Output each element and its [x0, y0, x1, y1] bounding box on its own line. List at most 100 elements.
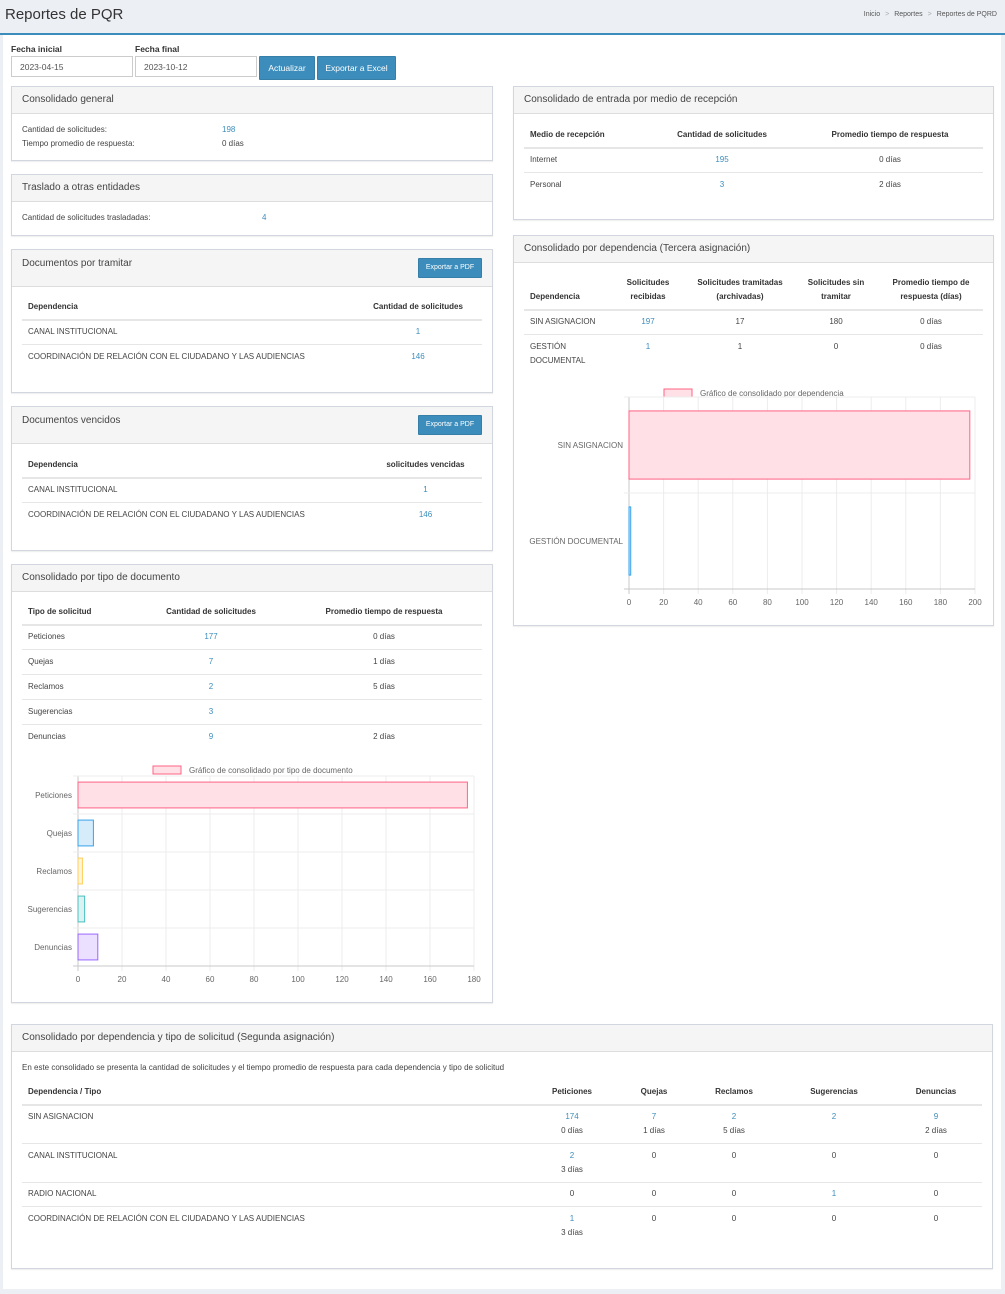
dependency-bar-chart: Gráfico de consolidado por dependencia0 2…	[529, 388, 982, 607]
matrix-cell-days: 1 días	[643, 1126, 665, 1135]
y-category-label: Sugerencias	[28, 905, 72, 914]
table-row-avg: 0 días	[373, 632, 395, 641]
y-category-label: Peticiones	[35, 791, 72, 800]
table-row-dependency: COORDINACIÓN DE RELACIÓN CON EL CIUDADAN…	[28, 352, 305, 361]
box-header: Consolidado por dependencia y tipo de so…	[12, 1025, 992, 1052]
col-header-avg: Promedio tiempo de	[892, 278, 970, 287]
x-tick-label: 80	[763, 598, 772, 607]
col-header-reclamos: Reclamos	[715, 1087, 753, 1096]
matrix-cell-value: 0	[569, 1189, 575, 1198]
type-bar-chart: Gráfico de consolidado por tipo de docum…	[28, 765, 481, 984]
matrix-cell-value: 0	[831, 1214, 837, 1223]
table-row-received-link[interactable]: 1	[613, 342, 683, 351]
breadcrumb-reports[interactable]: Reportes	[894, 11, 922, 18]
end-date-label: Fecha final	[135, 44, 180, 54]
col-header-archived: Solicitudes tramitadas	[697, 278, 783, 287]
matrix-cell-link[interactable]: 1	[532, 1214, 612, 1223]
matrix-cell-days: 5 días	[723, 1126, 745, 1135]
bar	[77, 895, 86, 923]
avg-time-value: 0 días	[222, 139, 244, 148]
transferred-value[interactable]: 4	[262, 213, 266, 222]
transfer-box: Traslado a otras entidades Cantidad de s…	[11, 174, 493, 236]
x-tick-label: 100	[291, 975, 305, 984]
table-row-avg: 1 días	[373, 657, 395, 666]
page-title: Reportes de PQR	[5, 6, 124, 23]
table-row-dependency: COORDINACIÓN DE RELACIÓN CON EL CIUDADAN…	[28, 510, 305, 519]
box-title: Documentos vencidos	[22, 415, 121, 426]
matrix-cell-link[interactable]: 7	[614, 1112, 694, 1121]
matrix-cell-value: 0	[831, 1151, 837, 1160]
table-row-count-link[interactable]: 9	[141, 732, 281, 741]
dependency-type-matrix-box: Consolidado por dependencia y tipo de so…	[11, 1024, 993, 1269]
table-row-count-link[interactable]: 2	[141, 682, 281, 691]
matrix-cell-link[interactable]: 2	[694, 1112, 774, 1121]
table-row-dependency: SIN ASIGNACION	[530, 317, 596, 326]
col-header-avg-line2: respuesta (días)	[900, 292, 962, 301]
matrix-row-dependency: SIN ASIGNACION	[28, 1112, 94, 1121]
legend-swatch	[152, 765, 182, 775]
box-title: Consolidado por tipo de documento	[22, 572, 180, 583]
col-header-pending-line2: tramitar	[821, 292, 851, 301]
request-count-value[interactable]: 198	[222, 125, 235, 134]
box-header: Consolidado de entrada por medio de rece…	[514, 87, 993, 114]
breadcrumb: Inicio > Reportes > Reportes de PQRD	[863, 11, 997, 18]
box-header: Consolidado por tipo de documento	[12, 565, 492, 592]
bar	[628, 506, 632, 576]
matrix-cell-link[interactable]: 9	[896, 1112, 976, 1121]
col-header-dependency: Dependencia	[28, 302, 78, 311]
table-row-count-link[interactable]: 7	[141, 657, 281, 666]
table-row-avg: 2 días	[879, 180, 901, 189]
export-pdf-button[interactable]: Exportar a PDF	[418, 258, 482, 278]
table-row-count-link[interactable]: 3	[141, 707, 281, 716]
matrix-cell-link[interactable]: 1	[794, 1189, 874, 1198]
matrix-cell-link[interactable]: 2	[532, 1151, 612, 1160]
matrix-cell-days: 2 días	[925, 1126, 947, 1135]
end-date-input[interactable]: 2023-10-12	[135, 56, 257, 77]
avg-time-label: Tiempo promedio de respuesta:	[22, 139, 135, 148]
matrix-cell-value: 0	[933, 1189, 939, 1198]
table-row-count-link[interactable]: 1	[358, 327, 478, 336]
table-row-type: Sugerencias	[28, 707, 73, 716]
col-header-dep-type: Dependencia / Tipo	[28, 1087, 102, 1096]
matrix-cell-link[interactable]: 174	[532, 1112, 612, 1121]
table-row-dependency: GESTIÓN	[530, 342, 567, 351]
table-row-avg: 5 días	[373, 682, 395, 691]
update-button[interactable]: Actualizar	[259, 56, 315, 80]
matrix-cell-link[interactable]: 2	[794, 1112, 874, 1121]
table-row-dependency: CANAL INSTITUCIONAL	[28, 327, 118, 336]
table-row-count-link[interactable]: 146	[368, 510, 483, 519]
pending-documents-box: Documentos por tramitar Exportar a PDF D…	[11, 249, 493, 393]
x-tick-label: 40	[162, 975, 171, 984]
export-excel-button[interactable]: Exportar a Excel	[317, 56, 396, 80]
bar	[77, 857, 83, 885]
table-row-dependency: CANAL INSTITUCIONAL	[28, 485, 118, 494]
y-category-label: GESTIÓN DOCUMENTAL	[529, 537, 623, 546]
matrix-row-dependency: COORDINACIÓN DE RELACIÓN CON EL CIUDADAN…	[28, 1214, 305, 1223]
matrix-row-dependency: RADIO NACIONAL	[28, 1189, 97, 1198]
col-header-avg: Promedio tiempo de respuesta	[831, 130, 949, 139]
export-pdf-button[interactable]: Exportar a PDF	[418, 415, 482, 435]
breadcrumb-home[interactable]: Inicio	[864, 11, 880, 18]
matrix-description: En este consolidado se presenta la canti…	[22, 1063, 505, 1072]
table-row-count-link[interactable]: 177	[141, 632, 281, 641]
matrix-cell-value: 0	[731, 1214, 737, 1223]
expired-documents-box: Documentos vencidos Exportar a PDF Depen…	[11, 406, 493, 551]
bar	[77, 819, 94, 847]
table-row-count-link[interactable]: 1	[368, 485, 483, 494]
table-row-count-link[interactable]: 3	[652, 180, 792, 189]
matrix-cell-value: 0	[933, 1151, 939, 1160]
x-tick-label: 140	[865, 598, 879, 607]
y-category-label: Reclamos	[36, 867, 72, 876]
x-tick-label: 40	[694, 598, 703, 607]
legend-swatch	[663, 388, 693, 398]
table-row-count-link[interactable]: 146	[358, 352, 478, 361]
start-date-input[interactable]: 2023-04-15	[11, 56, 133, 77]
matrix-cell-value: 0	[731, 1151, 737, 1160]
table-row-count-link[interactable]: 195	[652, 155, 792, 164]
box-title: Consolidado por dependencia y tipo de so…	[22, 1032, 335, 1043]
box-title: Consolidado de entrada por medio de rece…	[524, 94, 738, 105]
table-row-received-link[interactable]: 197	[613, 317, 683, 326]
y-category-label: SIN ASIGNACION	[558, 441, 624, 450]
box-title: Documentos por tramitar	[22, 258, 133, 269]
table-row-pending: 0	[833, 342, 839, 351]
